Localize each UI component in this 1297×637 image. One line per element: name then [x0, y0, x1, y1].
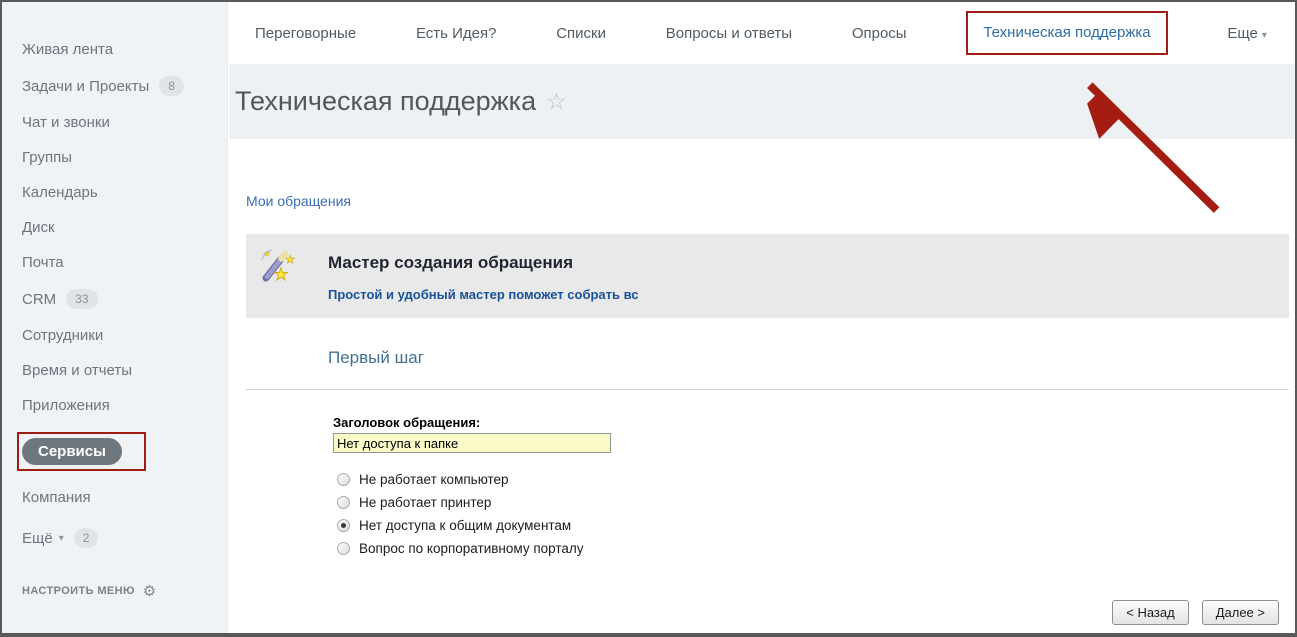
- tech-support-annotation-box: Техническая поддержка: [966, 11, 1167, 55]
- next-button[interactable]: Далее >: [1202, 600, 1279, 625]
- tab-idea[interactable]: Есть Идея?: [416, 25, 497, 42]
- wizard-navigation-buttons: < Назад Далее >: [1112, 600, 1279, 625]
- sidebar-item-label: Живая лента: [22, 41, 113, 58]
- star-glyph: ★: [264, 250, 270, 258]
- radio-option-label: Не работает принтер: [359, 495, 491, 510]
- issue-type-radio-group: Не работает компьютер Не работает принте…: [333, 471, 1295, 557]
- sidebar-item-label: Компания: [22, 489, 91, 506]
- radio-icon-selected[interactable]: [337, 519, 350, 532]
- sidebar-item-chat[interactable]: Чат и звонки: [2, 105, 227, 140]
- counter-badge: 33: [66, 289, 97, 309]
- tab-lists[interactable]: Списки: [556, 25, 606, 42]
- sidebar-item-label: Чат и звонки: [22, 114, 110, 131]
- sidebar-item-label: Приложения: [22, 397, 110, 414]
- sidebar-item-label: Группы: [22, 149, 72, 166]
- sidebar-item-label: Сервисы: [22, 438, 122, 465]
- top-navigation: Переговорные Есть Идея? Списки Вопросы и…: [229, 2, 1295, 64]
- tab-questions-answers[interactable]: Вопросы и ответы: [666, 25, 792, 42]
- sidebar-item-label: Почта: [22, 254, 64, 271]
- wizard-form: Заголовок обращения: Не работает компьют…: [333, 415, 1295, 557]
- sidebar: Живая лента Задачи и Проекты 8 Чат и зво…: [2, 2, 228, 633]
- sidebar-item-groups[interactable]: Группы: [2, 140, 227, 175]
- radio-icon[interactable]: [337, 542, 350, 555]
- radio-option-label: Нет доступа к общим документам: [359, 518, 571, 533]
- main-content: Мои обращения ★ ★ ★ Мастер создания обра…: [229, 139, 1295, 633]
- counter-badge: 2: [74, 528, 99, 548]
- chevron-down-icon: ▾: [59, 533, 64, 544]
- radio-option-printer[interactable]: Не работает принтер: [333, 494, 1295, 511]
- request-title-label: Заголовок обращения:: [333, 415, 1295, 430]
- favorite-star-icon[interactable]: ☆: [546, 88, 567, 115]
- radio-option-computer[interactable]: Не работает компьютер: [333, 471, 1295, 488]
- magic-wand-icon: ★ ★ ★: [258, 247, 298, 287]
- sidebar-item-crm[interactable]: CRM 33: [2, 280, 227, 318]
- sidebar-item-time-reports[interactable]: Время и отчеты: [2, 353, 227, 388]
- divider: [246, 389, 1289, 390]
- radio-icon[interactable]: [337, 496, 350, 509]
- sidebar-item-employees[interactable]: Сотрудники: [2, 318, 227, 353]
- wizard-title: Мастер создания обращения: [328, 253, 639, 273]
- tab-tech-support[interactable]: Техническая поддержка: [983, 24, 1150, 41]
- sidebar-item-more[interactable]: Ещё ▾ 2: [2, 519, 227, 557]
- sidebar-item-label: Ещё: [22, 530, 53, 547]
- star-glyph: ★: [285, 254, 295, 266]
- tab-meeting-rooms[interactable]: Переговорные: [255, 25, 356, 42]
- services-annotation-box: Сервисы: [17, 432, 146, 471]
- breadcrumb: Мои обращения: [246, 193, 1295, 209]
- my-requests-link[interactable]: Мои обращения: [246, 193, 351, 209]
- sidebar-item-applications[interactable]: Приложения: [2, 388, 227, 423]
- tab-polls[interactable]: Опросы: [852, 25, 907, 42]
- configure-menu-button[interactable]: НАСТРОИТЬ МЕНЮ ⚙: [2, 573, 227, 609]
- step-title: Первый шаг: [328, 348, 1295, 368]
- sidebar-item-calendar[interactable]: Календарь: [2, 175, 227, 210]
- sidebar-item-live-feed[interactable]: Живая лента: [2, 32, 227, 67]
- radio-icon[interactable]: [337, 473, 350, 486]
- back-button[interactable]: < Назад: [1112, 600, 1188, 625]
- gear-icon: ⚙: [143, 582, 157, 600]
- configure-menu-label: НАСТРОИТЬ МЕНЮ: [22, 585, 135, 597]
- sidebar-item-label: Время и отчеты: [22, 362, 132, 379]
- wizard-header-text: Мастер создания обращения Простой и удоб…: [328, 243, 639, 306]
- sidebar-item-label: Сотрудники: [22, 327, 103, 344]
- sidebar-item-label: CRM: [22, 291, 56, 308]
- sidebar-item-services[interactable]: Сервисы: [2, 423, 227, 480]
- app-window: Живая лента Задачи и Проекты 8 Чат и зво…: [0, 0, 1297, 637]
- sidebar-item-mail[interactable]: Почта: [2, 245, 227, 280]
- radio-option-shared-documents[interactable]: Нет доступа к общим документам: [333, 517, 1295, 534]
- sidebar-item-label: Диск: [22, 219, 55, 236]
- sidebar-item-drive[interactable]: Диск: [2, 210, 227, 245]
- wizard-header-box: ★ ★ ★ Мастер создания обращения Простой …: [246, 234, 1289, 318]
- sidebar-item-label: Задачи и Проекты: [22, 78, 149, 95]
- page-title-bar: Техническая поддержка ☆: [229, 64, 1295, 139]
- nav-more-label: Еще: [1227, 25, 1258, 42]
- radio-option-portal-question[interactable]: Вопрос по корпоративному порталу: [333, 540, 1295, 557]
- sidebar-item-company[interactable]: Компания: [2, 480, 227, 515]
- nav-more-button[interactable]: Еще ▾: [1227, 25, 1267, 42]
- request-title-input[interactable]: [333, 433, 611, 453]
- chevron-down-icon: ▾: [1262, 30, 1267, 41]
- sidebar-item-tasks[interactable]: Задачи и Проекты 8: [2, 67, 227, 105]
- radio-option-label: Не работает компьютер: [359, 472, 509, 487]
- sidebar-item-label: Календарь: [22, 184, 98, 201]
- counter-badge: 8: [159, 76, 184, 96]
- star-glyph: ★: [273, 265, 288, 284]
- wizard-subtitle: Простой и удобный мастер поможет собрать…: [328, 287, 639, 302]
- radio-option-label: Вопрос по корпоративному порталу: [359, 541, 584, 556]
- page-title: Техническая поддержка: [235, 86, 536, 117]
